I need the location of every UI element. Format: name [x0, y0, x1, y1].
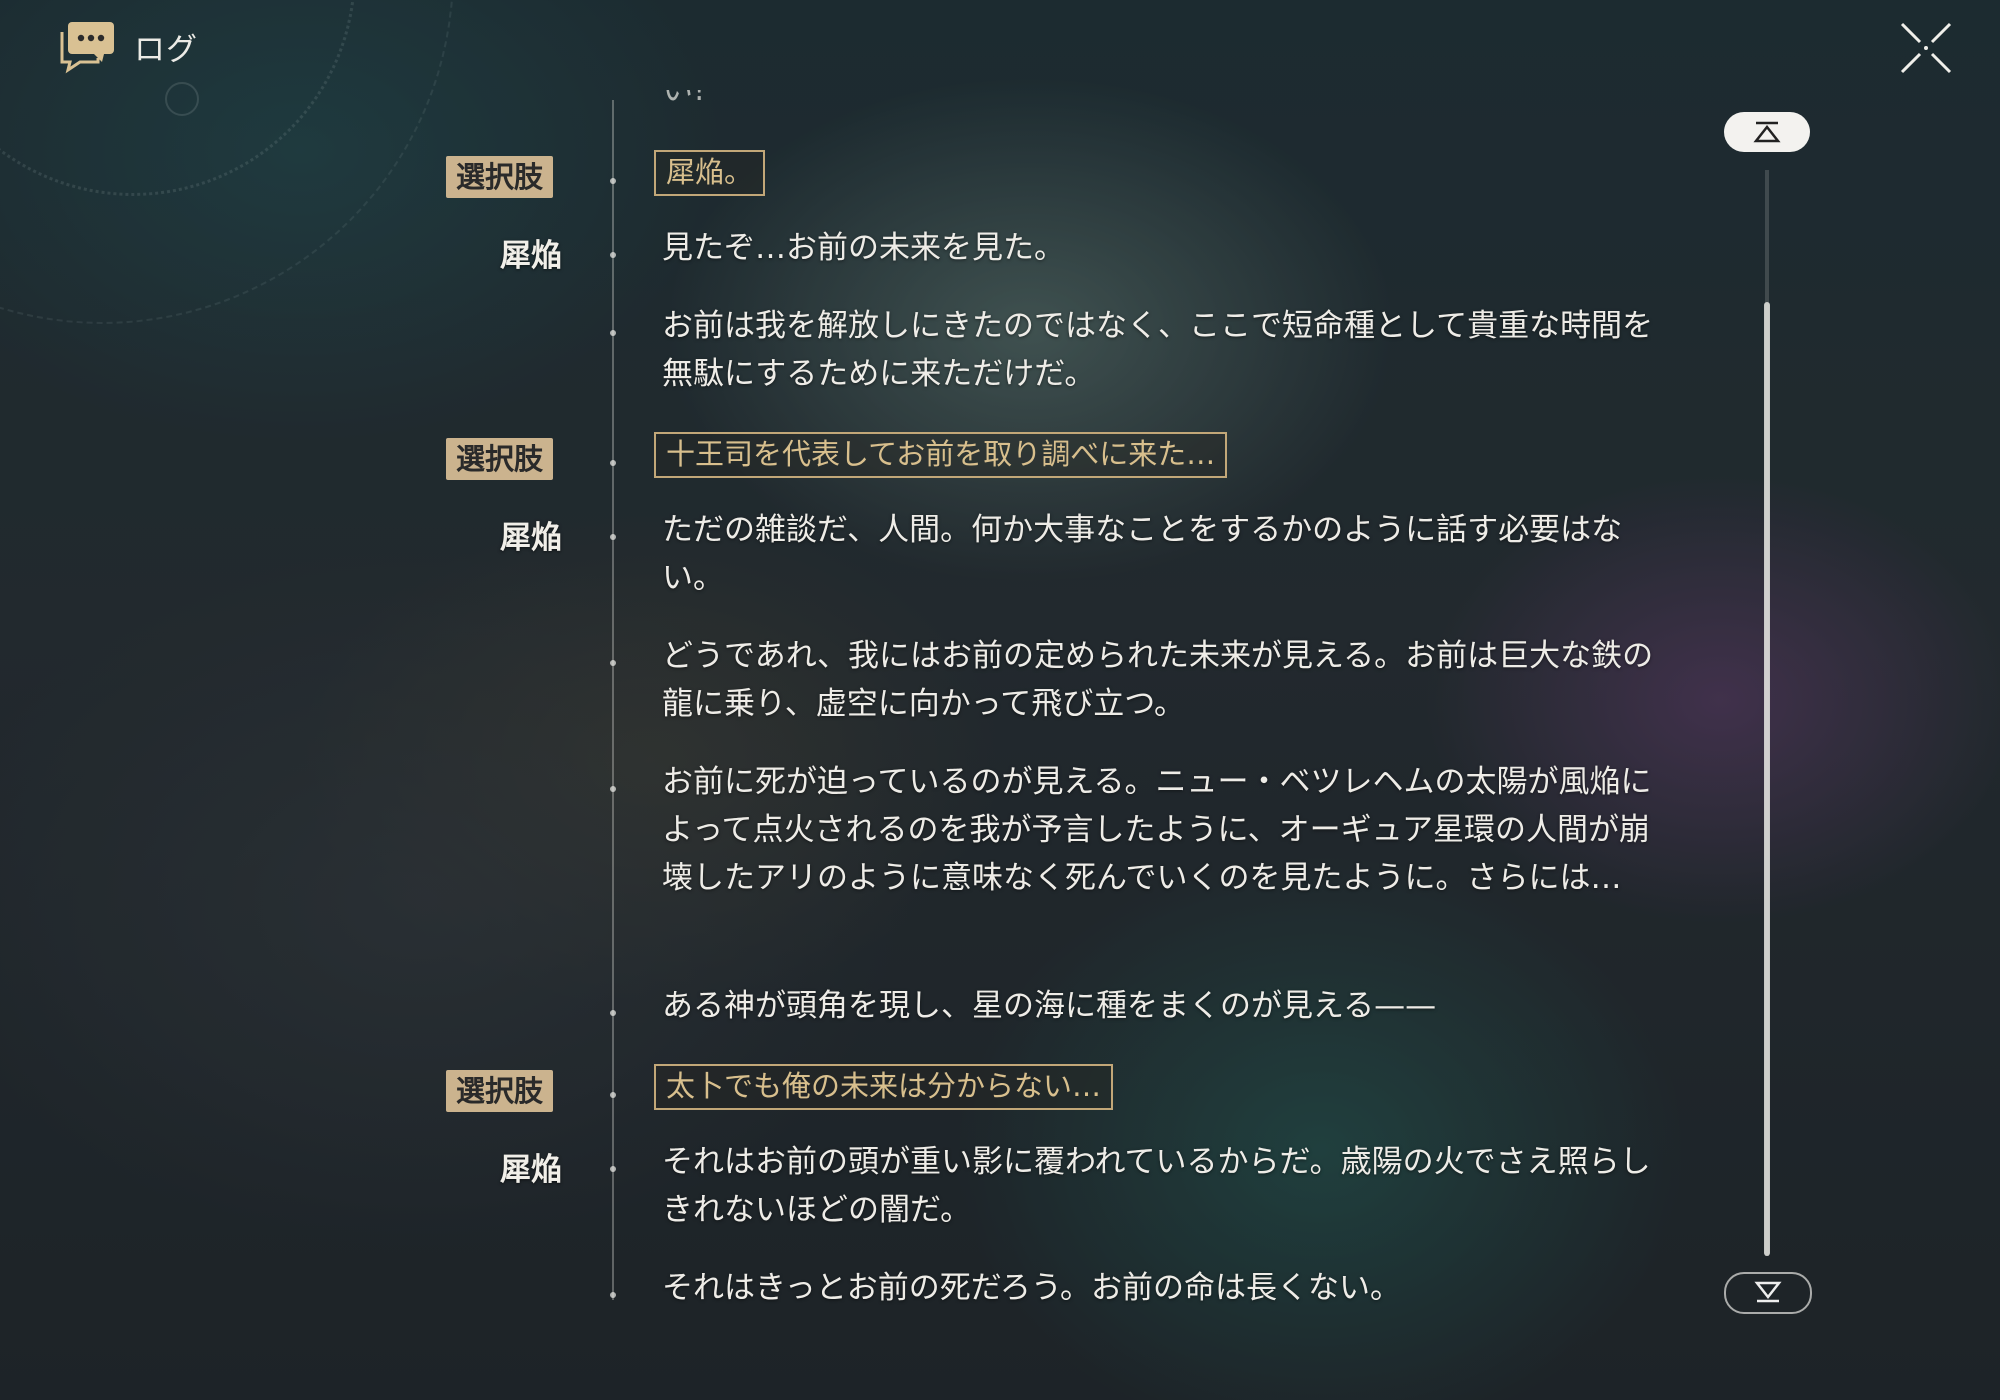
scroll-thumb[interactable]: [1764, 302, 1770, 1256]
timeline-dot: [610, 1092, 616, 1098]
speaker-name: 犀焔: [500, 520, 562, 556]
choice-badge: 選択肢: [446, 438, 554, 480]
timeline-dot: [610, 460, 616, 466]
dialogue-text: ある神が頭角を現し、星の海に種をまくのが見える——: [662, 988, 1437, 1024]
scroll-top-icon: [1753, 121, 1781, 143]
scroll-bottom-icon: [1754, 1281, 1782, 1303]
timeline-dot: [610, 330, 616, 336]
dialogue-text: それはお前の頭が重い影に覆われているからだ。歳陽の火でさえ照らしきれないほどの闇…: [662, 1144, 1651, 1228]
choice-option[interactable]: 犀焔。: [654, 150, 766, 196]
timeline-dot: [610, 178, 616, 184]
dialogue-text: ただの雑談だ、人間。何か大事なことをするかのように話す必要はない。: [662, 512, 1623, 596]
timeline-dot: [610, 786, 616, 792]
speaker-name: 犀焔: [500, 238, 562, 274]
dialogue-text: お前に死が迫っているのが見える。ニュー・ベツレヘムの太陽が風焔によって点火される…: [662, 764, 1652, 896]
dialogue-text: お前は我を解放しにきたのではなく、ここで短命種として貴重な時間を無駄にするために…: [662, 308, 1654, 392]
dialogue-text: 見たぞ…お前の未来を見た。: [662, 230, 1065, 266]
choice-option[interactable]: 十王司を代表してお前を取り調べに来た…: [654, 432, 1228, 478]
dialogue-text: どうであれ、我にはお前の定められた未来が見える。お前は巨大な鉄の龍に乗り、虚空に…: [662, 638, 1654, 722]
dialogue-text: それはきっとお前の死だろう。お前の命は長くない。: [662, 1270, 1402, 1306]
scroll-to-bottom-button[interactable]: [1724, 1272, 1812, 1314]
close-button[interactable]: [1898, 20, 1954, 76]
speaker-name: 犀焔: [500, 1152, 562, 1188]
choice-badge: 選択肢: [446, 1070, 554, 1112]
choice-badge: 選択肢: [446, 156, 554, 198]
timeline-dot: [610, 1010, 616, 1016]
timeline-dot: [610, 1166, 616, 1172]
close-icon: [1900, 22, 1952, 74]
scroll-to-top-button[interactable]: [1724, 112, 1810, 152]
timeline-dot: [610, 1292, 616, 1298]
timeline-dot: [610, 660, 616, 666]
timeline-dot: [610, 534, 616, 540]
partial-line: い!: [662, 90, 706, 108]
choice-option[interactable]: 太卜でも俺の未来は分からない…: [654, 1064, 1114, 1110]
timeline-dot: [610, 252, 616, 258]
dialogue-log[interactable]: い! 選択肢 犀焔。 犀焔 見たぞ…お前の未来を見た。 お前は我を解放しにきたの…: [0, 0, 1700, 1400]
